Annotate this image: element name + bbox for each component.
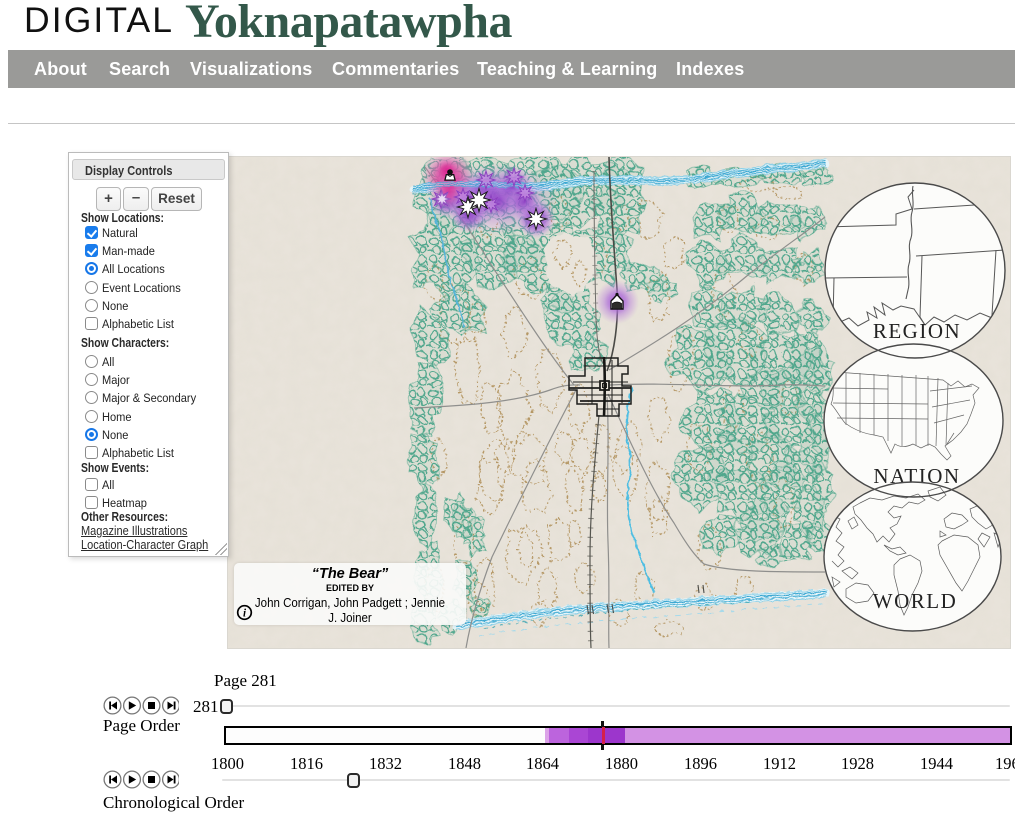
svg-text:i: i [243, 607, 247, 619]
svg-text:REGION: REGION [873, 319, 961, 343]
svg-text:WORLD: WORLD [873, 589, 958, 613]
